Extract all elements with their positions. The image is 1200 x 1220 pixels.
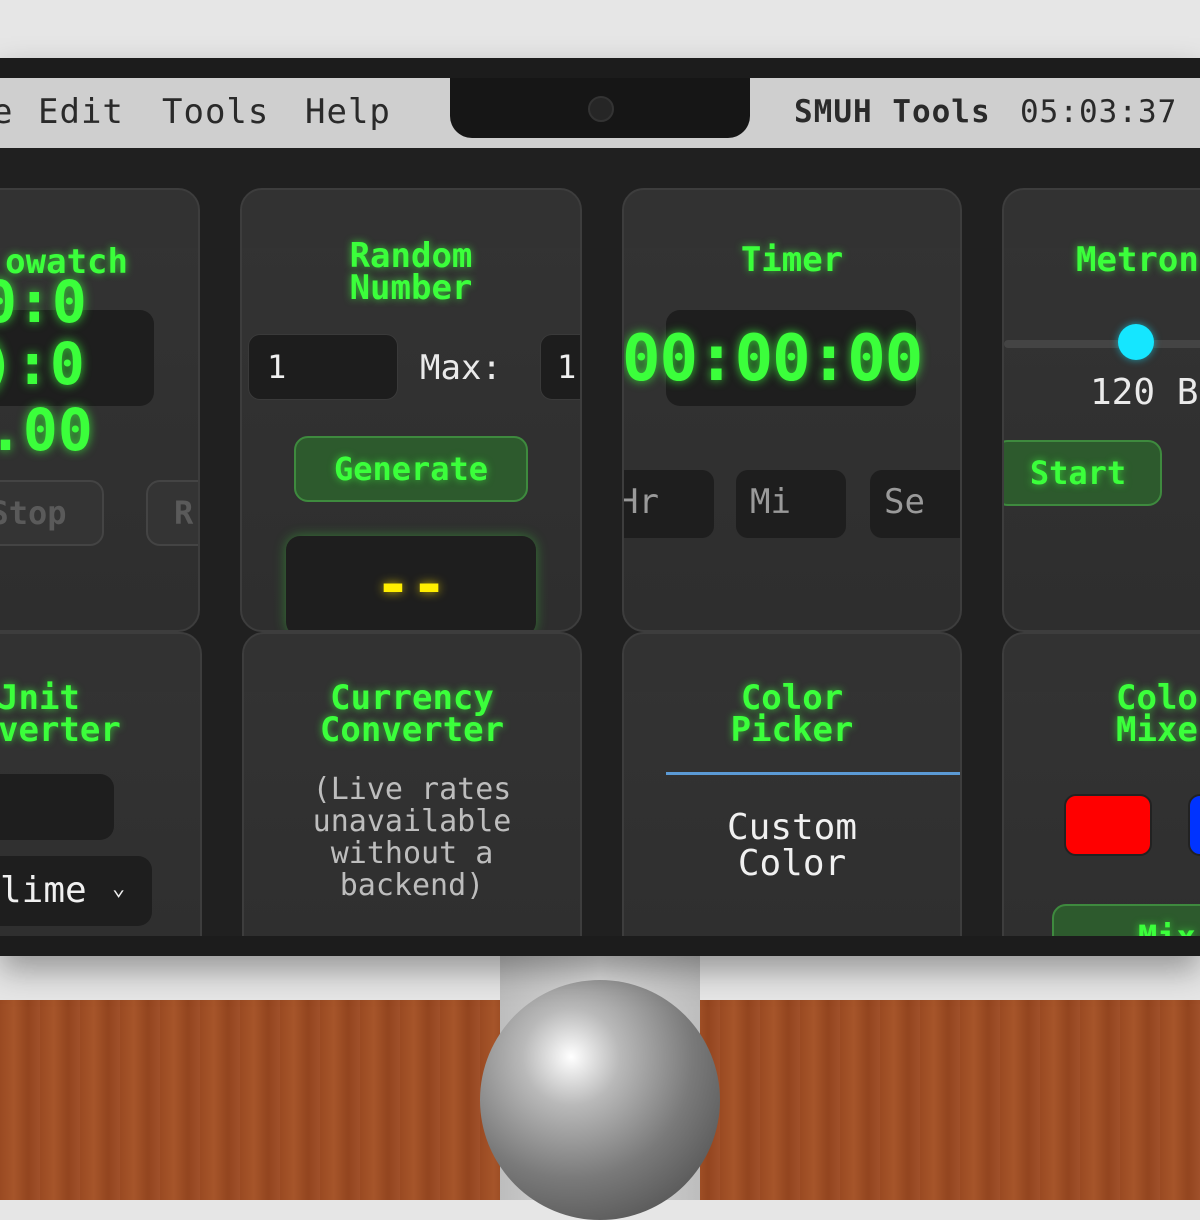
timer-title: Timer	[740, 240, 844, 280]
unit-select-value: lime	[0, 870, 87, 911]
unit-select[interactable]: lime ⌄	[0, 856, 152, 926]
monitor-frame: e Edit Tools Help SMUH Tools 05:03:37 ow…	[0, 58, 1200, 956]
random-title-line-2: Number	[349, 268, 473, 308]
currency-note-line-2: unavailable	[312, 804, 512, 839]
camera-notch	[450, 78, 750, 138]
chevron-down-icon: ⌄	[112, 876, 126, 901]
menu-help[interactable]: Help	[305, 92, 391, 132]
random-max-label: Max:	[420, 348, 502, 388]
currency-note-line-4: backend)	[339, 868, 485, 903]
color-mixer-swatch-a[interactable]	[1064, 794, 1152, 856]
stopwatch-line-3: .00	[0, 396, 93, 464]
camera-icon	[588, 96, 614, 122]
currency-title-line-2: Converter	[319, 710, 505, 750]
stopwatch-line-1: 0:0	[0, 268, 87, 336]
timer-minutes-input[interactable]: Mi	[736, 470, 846, 538]
currency-converter-card: Currency Converter (Live rates unavailab…	[242, 632, 582, 936]
random-max-input[interactable]: 1	[540, 334, 580, 400]
timer-display: 00:00:00	[622, 322, 923, 396]
menu-file[interactable]: e	[0, 92, 13, 132]
menu-tools[interactable]: Tools	[162, 92, 269, 132]
stopwatch-reset-button[interactable]: R	[146, 480, 198, 546]
color-mixer-mix-button[interactable]: Mix	[1052, 904, 1200, 936]
metronome-slider-thumb[interactable]	[1118, 324, 1154, 360]
monitor-stand-ball	[480, 980, 720, 1220]
metronome-start-button[interactable]: Start	[1004, 440, 1162, 506]
stopwatch-card: owatch 0:0 ):0 .00 Stop R	[0, 188, 200, 632]
menu-edit[interactable]: Edit	[38, 92, 124, 132]
screen: e Edit Tools Help SMUH Tools 05:03:37 ow…	[0, 78, 1200, 936]
currency-note-line-3: without a	[330, 836, 494, 871]
timer-card: Timer 00:00:00 Hr Mi Se	[622, 188, 962, 632]
metronome-bpm: 120 B	[1090, 372, 1199, 413]
color-picker-card: Color Picker Custom Color	[622, 632, 962, 936]
stopwatch-stop-button[interactable]: Stop	[0, 480, 104, 546]
color-mixer-card: Colo Mixe Mix	[1002, 632, 1200, 936]
menu-clock: 05:03:37	[1020, 94, 1178, 130]
stopwatch-line-2: ):0	[0, 330, 85, 398]
metronome-title: Metron	[1076, 240, 1199, 280]
unit-converter-card: Jnit verter lime ⌄	[0, 632, 202, 936]
color-mixer-title-line-2: Mixe	[1116, 710, 1198, 750]
unit-title-line-2: verter	[0, 710, 121, 750]
color-picker-divider	[666, 772, 960, 775]
random-generate-button[interactable]: Generate	[294, 436, 528, 502]
color-picker-custom-line-2: Color	[737, 843, 847, 884]
random-result: --	[374, 550, 448, 620]
color-picker-custom-line-1: Custom	[726, 807, 858, 848]
menu-bar: e Edit Tools Help SMUH Tools 05:03:37	[0, 78, 1200, 148]
metronome-slider-track[interactable]	[1004, 340, 1200, 348]
color-mixer-swatch-b[interactable]	[1188, 794, 1200, 856]
tool-grid: owatch 0:0 ):0 .00 Stop R Random Number …	[0, 148, 1200, 936]
random-result-box: --	[286, 536, 536, 630]
timer-seconds-input[interactable]: Se	[870, 470, 960, 538]
timer-hours-input[interactable]: Hr	[624, 470, 714, 538]
card-header	[0, 190, 198, 248]
currency-note-line-1: (Live rates	[312, 772, 512, 807]
app-brand: SMUH Tools	[794, 94, 991, 130]
random-min-input[interactable]: 1	[248, 334, 398, 400]
random-number-card: Random Number 1 Max: 1 Generate --	[240, 188, 582, 632]
unit-value-input[interactable]	[0, 774, 114, 840]
color-picker-title-line-2: Picker	[730, 710, 854, 750]
metronome-card: Metron 120 B Start	[1002, 188, 1200, 632]
